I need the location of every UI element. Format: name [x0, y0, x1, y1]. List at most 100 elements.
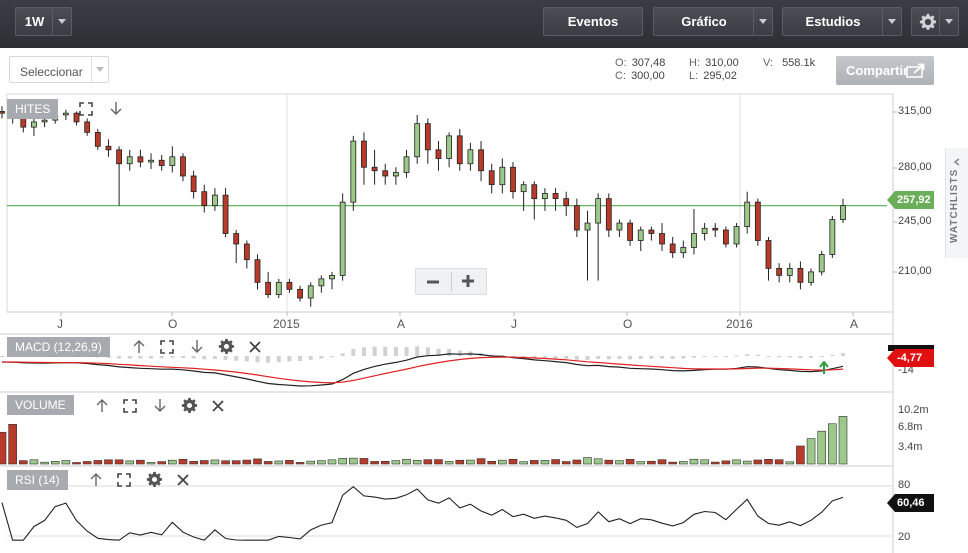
- candle-down: [627, 222, 633, 241]
- candle-up: [542, 193, 548, 200]
- candle-down: [488, 170, 495, 186]
- volume-bar: [349, 457, 358, 465]
- macd-histogram-bar: [681, 356, 686, 359]
- macd-histogram-bar: [777, 356, 782, 358]
- close-icon[interactable]: [212, 400, 224, 412]
- eventos-button[interactable]: Eventos: [543, 7, 643, 36]
- arrow-up-icon[interactable]: [89, 472, 103, 487]
- macd-histogram-bar: [628, 356, 633, 360]
- candle-down: [371, 166, 378, 172]
- volume-bar: [498, 459, 507, 465]
- macd-histogram-bar: [170, 356, 175, 358]
- candle-up: [808, 271, 814, 283]
- macd-histogram-bar: [298, 356, 303, 362]
- arrow-up-icon[interactable]: [132, 339, 146, 354]
- volume-bar: [29, 459, 39, 465]
- arrow-down-icon[interactable]: [153, 398, 167, 413]
- candle-up: [414, 123, 421, 158]
- candle-up: [148, 159, 154, 163]
- volume-bar: [785, 461, 795, 465]
- rsi-panel-label[interactable]: RSI (14): [7, 470, 68, 490]
- macd-histogram-bar: [425, 347, 430, 356]
- volume-bar: [615, 460, 624, 465]
- volume-bar: [104, 459, 113, 465]
- macd-histogram-bar: [308, 356, 313, 360]
- macd-histogram-bar: [489, 354, 494, 356]
- gear-icon[interactable]: [146, 471, 163, 488]
- grafico-menu[interactable]: Gráfico: [653, 7, 773, 36]
- macd-histogram-bar: [138, 356, 143, 359]
- macd-histogram-bar: [479, 352, 484, 356]
- arrow-up-icon[interactable]: [95, 398, 109, 413]
- volume-ytick: 3.4m: [898, 441, 923, 453]
- volume-panel-label[interactable]: VOLUME: [7, 395, 74, 415]
- macd-histogram-bar: [787, 356, 792, 358]
- candle-down: [722, 229, 729, 245]
- candle-down: [456, 135, 463, 165]
- macd-histogram-bar: [510, 356, 515, 357]
- candle-up: [637, 229, 644, 241]
- gear-icon[interactable]: [218, 338, 235, 355]
- chevron-down-icon: [882, 8, 901, 35]
- volume-bar: [796, 445, 805, 465]
- volume-bar: [455, 459, 465, 465]
- zoom-in-icon[interactable]: [461, 274, 475, 288]
- select-placeholder: Seleccionar: [20, 65, 83, 79]
- volume-bar: [168, 459, 177, 465]
- close-icon[interactable]: [177, 474, 189, 486]
- candle-down: [254, 259, 261, 283]
- last-price-tag: 257,92: [887, 191, 934, 209]
- volume-bar: [391, 460, 401, 465]
- expand-icon[interactable]: [123, 399, 137, 413]
- price-panel-label[interactable]: HITES: [7, 99, 59, 119]
- arrow-down-icon[interactable]: [190, 339, 204, 354]
- expand-icon[interactable]: [160, 340, 174, 354]
- candle-up: [840, 205, 846, 220]
- watchlists-tab[interactable]: WATCHLISTS: [945, 148, 968, 258]
- macd-histogram-bar: [383, 346, 388, 356]
- symbol-select[interactable]: Seleccionar: [9, 56, 109, 83]
- macd-panel-label[interactable]: MACD (12,26,9): [7, 337, 110, 357]
- macd-histogram-bar: [404, 347, 409, 356]
- expand-icon[interactable]: [79, 102, 93, 116]
- volume-bar: [82, 461, 92, 465]
- rsi-plot: [1, 485, 844, 541]
- volume-bar: [732, 459, 741, 465]
- candle-up: [520, 184, 527, 193]
- arrow-down-icon[interactable]: [109, 101, 123, 116]
- candle-down: [137, 156, 144, 163]
- chevron-down-icon: [753, 8, 772, 35]
- ohlc-volume: V: 558.1k: [763, 57, 816, 69]
- settings-button[interactable]: [911, 7, 959, 36]
- macd-histogram-bar: [255, 356, 260, 363]
- macd-line: [1, 353, 844, 387]
- volume-bar: [742, 460, 752, 465]
- zoom-out-icon[interactable]: [426, 275, 440, 289]
- macd-histogram-bar: [372, 346, 377, 356]
- candle-up: [680, 247, 687, 254]
- gear-icon[interactable]: [181, 397, 198, 414]
- price-ytick: 280,00: [898, 161, 932, 173]
- share-button[interactable]: Compartir: [836, 56, 934, 85]
- interval-select[interactable]: 1W: [15, 7, 72, 36]
- macd-histogram-bar: [436, 348, 441, 356]
- estudios-menu[interactable]: Estudios: [782, 7, 902, 36]
- macd-histogram-bar: [500, 355, 505, 357]
- volume-bar: [338, 458, 347, 465]
- volume-bar: [668, 461, 677, 465]
- macd-histogram-bar: [723, 356, 728, 357]
- eventos-label: Eventos: [567, 14, 619, 29]
- gear-icon: [919, 13, 937, 30]
- close-icon[interactable]: [249, 341, 261, 353]
- macd-histogram-bar: [223, 356, 228, 360]
- macd-histogram-bar: [319, 356, 324, 359]
- macd-plot: [0, 346, 845, 387]
- candle-up: [275, 281, 282, 295]
- sub-toolbar: Seleccionar: [0, 48, 968, 94]
- expand-icon[interactable]: [117, 473, 131, 487]
- candle-down: [20, 118, 27, 128]
- candle-up: [339, 201, 346, 276]
- macd-histogram-bar: [819, 356, 824, 357]
- volume-bar: [72, 462, 81, 465]
- macd-histogram-bar: [149, 356, 154, 359]
